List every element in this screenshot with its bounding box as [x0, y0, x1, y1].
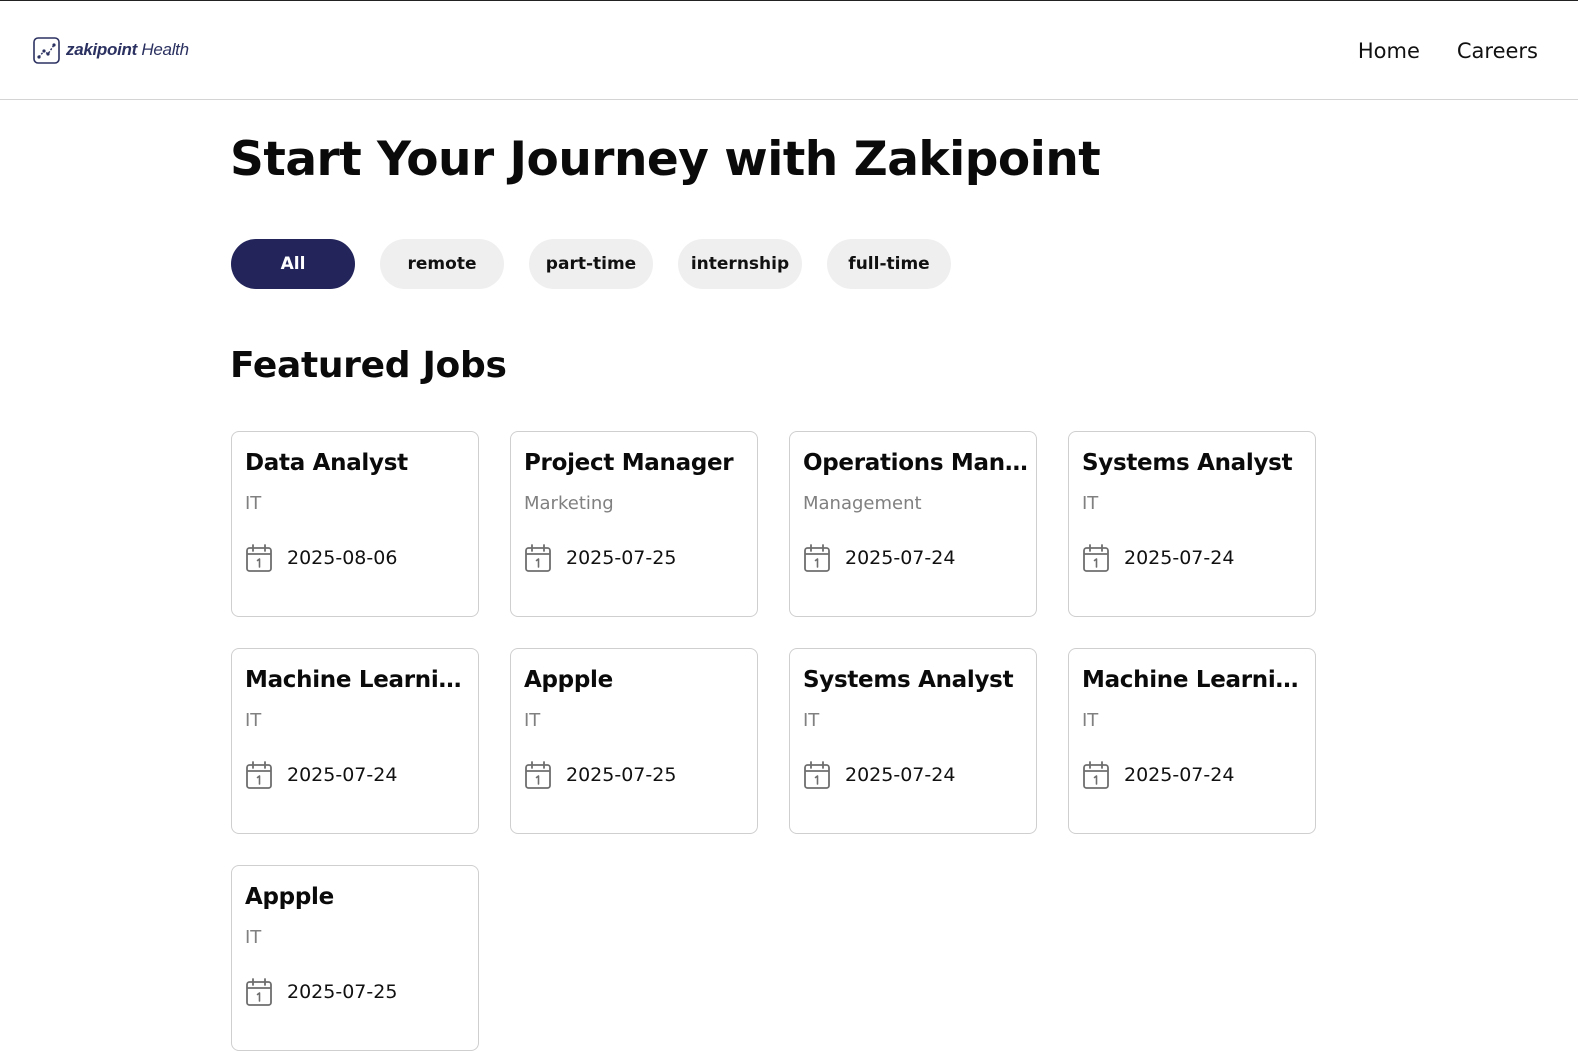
job-date: 2025-07-25 — [566, 547, 677, 569]
job-card[interactable]: Project Manager Marketing 2025-07-25 — [510, 431, 758, 617]
job-title: Systems Analyst — [1082, 450, 1293, 476]
filter-part-time-chip[interactable]: part-time — [529, 239, 653, 289]
job-date-row: 2025-08-06 — [245, 543, 397, 573]
job-date: 2025-07-24 — [1124, 764, 1235, 786]
job-title: Systems Analyst — [803, 667, 1014, 693]
job-department: IT — [803, 710, 820, 731]
job-title: Appple — [245, 884, 334, 910]
calendar-icon — [1083, 761, 1109, 789]
job-title: Machine Learning Engineer — [245, 667, 470, 693]
job-date: 2025-07-25 — [566, 764, 677, 786]
job-type-filters: All remote part-time internship full-tim… — [231, 239, 951, 289]
filter-all-chip[interactable]: All — [231, 239, 355, 289]
logo-suffix: Health — [136, 40, 189, 59]
job-department: IT — [524, 710, 541, 731]
job-title: Operations Manager — [803, 450, 1028, 476]
job-date-row: 2025-07-24 — [803, 543, 955, 573]
job-card[interactable]: Systems Analyst IT 2025-07-24 — [789, 648, 1037, 834]
job-card[interactable]: Appple IT 2025-07-25 — [510, 648, 758, 834]
nav-careers-link[interactable]: Careers — [1457, 37, 1538, 65]
main-nav: Home Careers — [1358, 37, 1538, 65]
calendar-icon — [804, 544, 830, 572]
job-date: 2025-07-24 — [1124, 547, 1235, 569]
job-department: IT — [1082, 710, 1099, 731]
logo-brand: zakipoint — [66, 40, 137, 59]
job-date-row: 2025-07-25 — [245, 977, 397, 1007]
job-title: Appple — [524, 667, 613, 693]
job-title: Project Manager — [524, 450, 734, 476]
logo-text: zakipoint Health — [66, 40, 189, 60]
job-card-grid: Data Analyst IT 2025-08-06 Project Manag… — [231, 431, 1318, 1051]
job-department: Management — [803, 493, 922, 514]
job-date: 2025-07-24 — [287, 764, 398, 786]
job-card[interactable]: Operations Manager Management 2025-07-24 — [789, 431, 1037, 617]
filter-internship-chip[interactable]: internship — [678, 239, 802, 289]
calendar-icon — [246, 978, 272, 1006]
job-date-row: 2025-07-24 — [1082, 543, 1234, 573]
job-card[interactable]: Appple IT 2025-07-25 — [231, 865, 479, 1051]
site-header: zakipoint Health Home Careers — [0, 1, 1578, 100]
job-date-row: 2025-07-25 — [524, 543, 676, 573]
job-card[interactable]: Systems Analyst IT 2025-07-24 — [1068, 431, 1316, 617]
filter-remote-chip[interactable]: remote — [380, 239, 504, 289]
job-department: IT — [245, 710, 262, 731]
logo[interactable]: zakipoint Health — [33, 36, 189, 64]
page-title: Start Your Journey with Zakipoint — [230, 132, 1101, 187]
job-date: 2025-07-24 — [845, 547, 956, 569]
job-card[interactable]: Machine Learning Engineer IT 2025-07-24 — [231, 648, 479, 834]
filter-full-time-chip[interactable]: full-time — [827, 239, 951, 289]
job-department: IT — [1082, 493, 1099, 514]
job-date: 2025-08-06 — [287, 547, 398, 569]
calendar-icon — [804, 761, 830, 789]
calendar-icon — [525, 544, 551, 572]
featured-jobs-heading: Featured Jobs — [230, 345, 507, 386]
calendar-icon — [525, 761, 551, 789]
job-date-row: 2025-07-24 — [1082, 760, 1234, 790]
job-title: Data Analyst — [245, 450, 408, 476]
calendar-icon — [246, 544, 272, 572]
job-date: 2025-07-24 — [845, 764, 956, 786]
job-date: 2025-07-25 — [287, 981, 398, 1003]
job-date-row: 2025-07-25 — [524, 760, 676, 790]
calendar-icon — [1083, 544, 1109, 572]
job-card[interactable]: Machine Learning Engineer IT 2025-07-24 — [1068, 648, 1316, 834]
job-date-row: 2025-07-24 — [245, 760, 397, 790]
job-date-row: 2025-07-24 — [803, 760, 955, 790]
job-department: IT — [245, 493, 262, 514]
calendar-icon — [246, 761, 272, 789]
nav-home-link[interactable]: Home — [1358, 37, 1420, 65]
job-department: IT — [245, 927, 262, 948]
job-title: Machine Learning Engineer — [1082, 667, 1307, 693]
job-card[interactable]: Data Analyst IT 2025-08-06 — [231, 431, 479, 617]
chart-logo-icon — [33, 36, 60, 64]
job-department: Marketing — [524, 493, 614, 514]
